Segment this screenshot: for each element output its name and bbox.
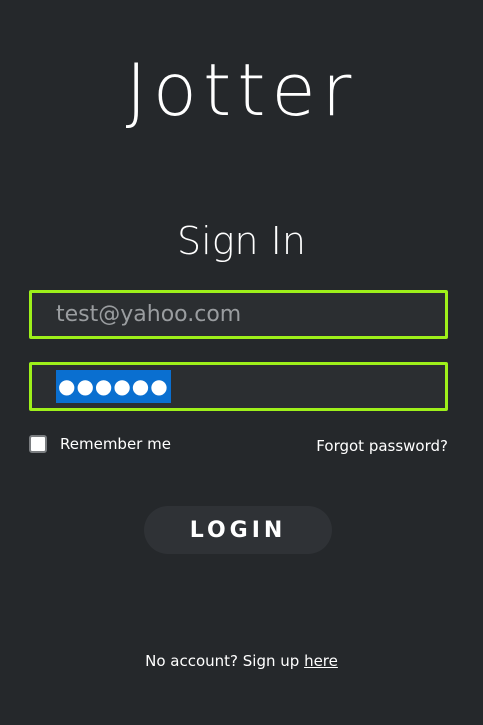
login-button[interactable]: LOGIN	[144, 506, 332, 554]
remember-me-label[interactable]: Remember me	[60, 435, 171, 453]
email-field[interactable]	[32, 293, 445, 336]
password-field-container[interactable]: ●●●●●●	[29, 362, 448, 411]
signup-prompt-text: No account? Sign up	[145, 652, 305, 670]
signup-link[interactable]: here	[304, 652, 338, 670]
remember-me-checkbox[interactable]	[29, 435, 47, 453]
remember-me-option[interactable]: Remember me	[29, 435, 171, 453]
forgot-password-link[interactable]: Forgot password?	[316, 437, 448, 455]
password-field[interactable]: ●●●●●●	[56, 370, 171, 403]
app-logo: Jotter	[125, 48, 358, 132]
page-title: Sign In	[177, 219, 306, 263]
email-field-container	[29, 290, 448, 339]
signup-prompt: No account? Sign up here	[0, 652, 483, 670]
